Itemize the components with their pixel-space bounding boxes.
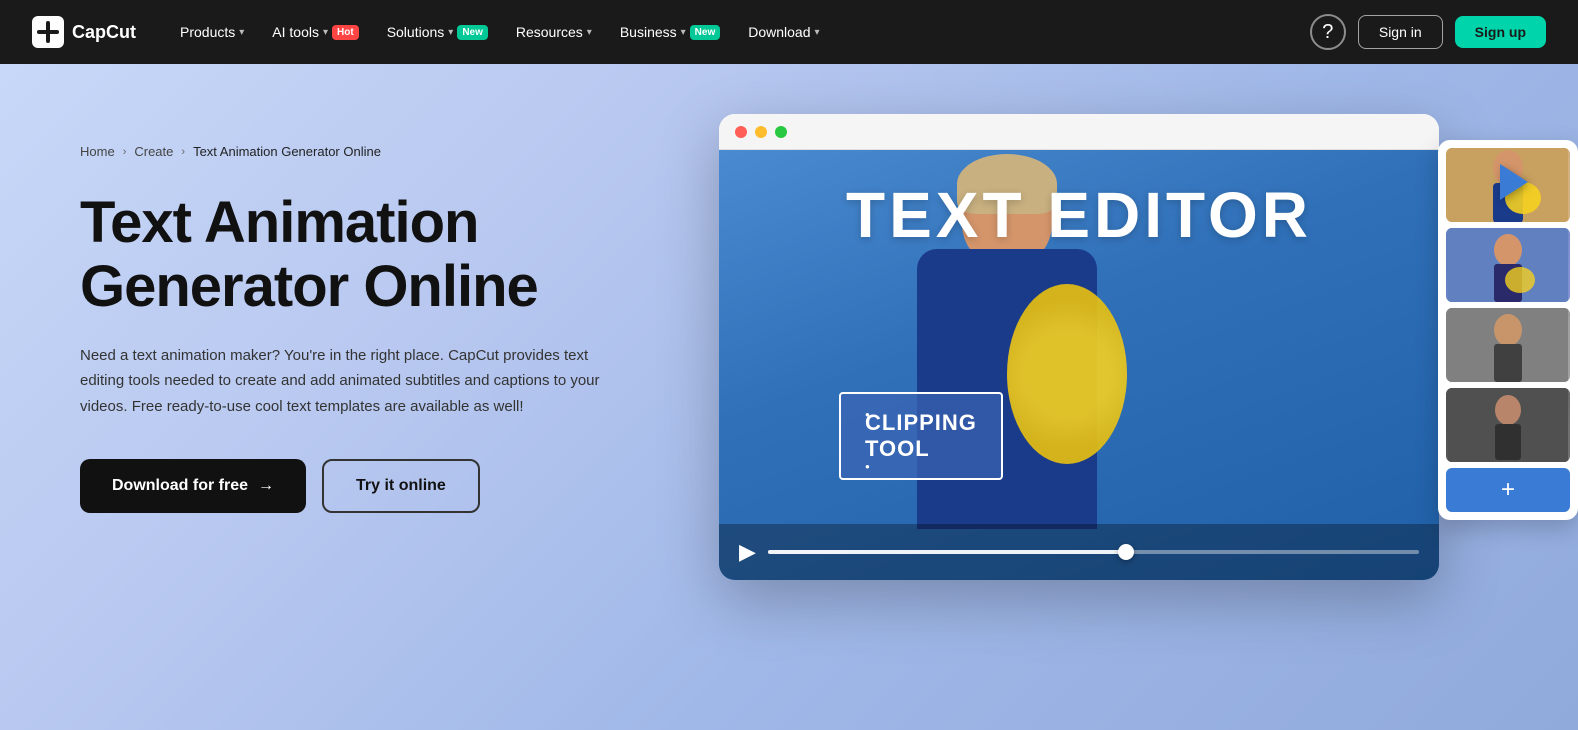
try-online-button[interactable]: Try it online — [322, 459, 480, 513]
nav-item-resources[interactable]: Resources ▾ — [504, 16, 604, 48]
hero-content: Home › Create › Text Animation Generator… — [80, 104, 660, 513]
breadcrumb-current: Text Animation Generator Online — [193, 144, 381, 159]
progress-bar[interactable] — [768, 550, 1419, 554]
hero-buttons: Download for free → Try it online — [80, 459, 660, 513]
video-area: TEXT EDITOR CLIPPINGTOOL ▶ — [719, 150, 1439, 580]
signup-button[interactable]: Sign up — [1455, 16, 1546, 48]
resources-chevron: ▾ — [587, 27, 592, 38]
download-free-label: Download for free — [112, 477, 248, 495]
help-icon: ? — [1322, 21, 1333, 44]
business-label: Business — [620, 24, 677, 40]
breadcrumb-create[interactable]: Create — [134, 144, 173, 159]
solutions-label: Solutions — [387, 24, 445, 40]
hero-section: Home › Create › Text Animation Generator… — [0, 64, 1578, 730]
resources-label: Resources — [516, 24, 583, 40]
hero-title: Text Animation Generator Online — [80, 191, 660, 319]
ai-tools-badge: Hot — [332, 25, 359, 40]
business-chevron: ▾ — [681, 27, 686, 38]
nav-item-business[interactable]: Business ▾ New — [608, 16, 732, 48]
logo[interactable]: CapCut — [32, 16, 136, 48]
solutions-chevron: ▾ — [448, 27, 453, 38]
business-badge: New — [690, 25, 721, 40]
logo-text: CapCut — [72, 22, 136, 43]
thumbnail-3-image — [1446, 308, 1570, 382]
browser-dot-yellow — [755, 126, 767, 138]
browser-bar — [719, 114, 1439, 150]
person-flowers — [1007, 284, 1127, 464]
breadcrumb-sep-2: › — [181, 146, 185, 158]
progress-fill — [768, 550, 1126, 554]
thumbnail-3[interactable] — [1446, 308, 1570, 382]
nav-item-products[interactable]: Products ▾ — [168, 16, 256, 48]
clipping-tool-text: CLIPPINGTOOL — [865, 410, 977, 462]
help-button[interactable]: ? — [1310, 14, 1346, 50]
breadcrumb: Home › Create › Text Animation Generator… — [80, 144, 660, 159]
nav-item-solutions[interactable]: Solutions ▾ New — [375, 16, 500, 48]
ai-tools-chevron: ▾ — [323, 27, 328, 38]
ai-tools-label: AI tools — [272, 24, 319, 40]
products-label: Products — [180, 24, 235, 40]
download-chevron: ▾ — [815, 27, 820, 38]
browser-dot-red — [735, 126, 747, 138]
solutions-badge: New — [457, 25, 488, 40]
products-chevron: ▾ — [239, 27, 244, 38]
navbar: CapCut Products ▾ AI tools ▾ Hot Solutio… — [0, 0, 1578, 64]
thumbnail-2-image — [1446, 228, 1570, 302]
thumbnail-2[interactable] — [1446, 228, 1570, 302]
cursor-arrow-icon — [1500, 164, 1528, 200]
play-button[interactable]: ▶ — [739, 539, 756, 565]
hero-description: Need a text animation maker? You're in t… — [80, 343, 600, 420]
navbar-right: ? Sign in Sign up — [1310, 14, 1546, 50]
add-clip-button[interactable]: + — [1446, 468, 1570, 512]
progress-thumb — [1118, 544, 1134, 560]
hero-image-area: TEXT EDITOR CLIPPINGTOOL ▶ — [660, 104, 1498, 580]
breadcrumb-sep-1: › — [123, 146, 127, 158]
capcut-logo-icon — [32, 16, 64, 48]
breadcrumb-home[interactable]: Home — [80, 144, 115, 159]
download-free-button[interactable]: Download for free → — [80, 459, 306, 513]
browser-mockup: TEXT EDITOR CLIPPINGTOOL ▶ — [719, 114, 1439, 580]
nav-item-download[interactable]: Download ▾ — [736, 16, 831, 48]
navbar-left: CapCut Products ▾ AI tools ▾ Hot Solutio… — [32, 16, 832, 48]
thumbnail-4[interactable] — [1446, 388, 1570, 462]
browser-dot-green — [775, 126, 787, 138]
download-arrow-icon: → — [258, 477, 274, 495]
clipping-tool-label: CLIPPINGTOOL — [839, 392, 1003, 480]
nav-item-ai-tools[interactable]: AI tools ▾ Hot — [260, 16, 370, 48]
nav-items: Products ▾ AI tools ▾ Hot Solutions ▾ Ne… — [168, 16, 832, 48]
text-editor-label: TEXT EDITOR — [719, 178, 1439, 252]
signin-button[interactable]: Sign in — [1358, 15, 1443, 49]
download-label: Download — [748, 24, 810, 40]
thumbnail-4-image — [1446, 388, 1570, 462]
video-controls: ▶ — [719, 524, 1439, 580]
